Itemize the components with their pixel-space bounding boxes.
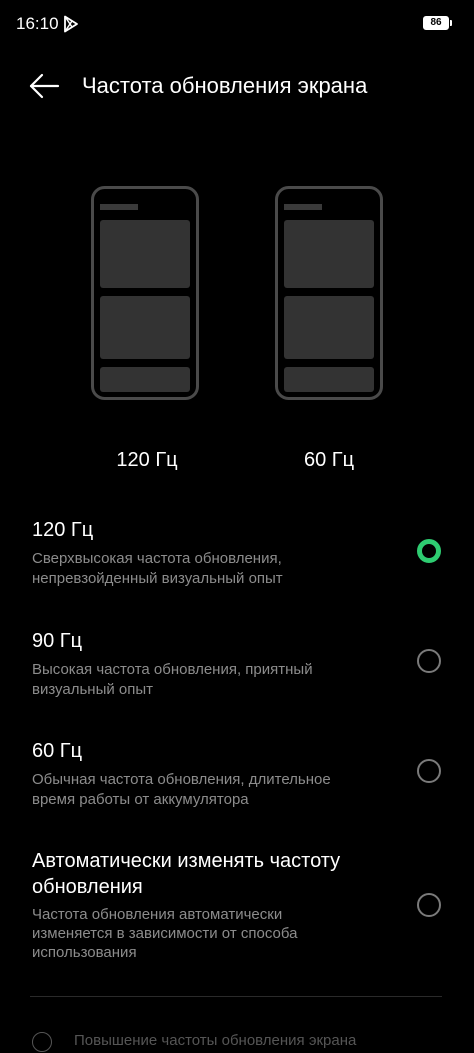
option-desc-line1: Высокая частота обновления, приятный	[32, 661, 313, 678]
preview-phone-120hz	[91, 186, 199, 400]
battery-tip	[450, 20, 452, 26]
option-desc-line1: Сверхвысокая частота обновления,	[32, 550, 282, 567]
page-title: Частота обновления экрана	[82, 73, 368, 98]
option-desc-line1: Обычная частота обновления, длительное	[32, 771, 331, 788]
option-auto[interactable]: Автоматически изменять частоту обновлени…	[0, 848, 474, 968]
radio-120hz[interactable]	[417, 539, 441, 563]
footer-text: Повышение частоты обновления экрана	[74, 1032, 357, 1049]
option-desc-line2: непревзойденный визуальный опыт	[32, 570, 283, 587]
status-time: 16:10	[16, 14, 59, 33]
info-icon	[32, 1032, 52, 1052]
option-desc-line3: использования	[32, 944, 137, 961]
option-desc-line1: Частота обновления автоматически	[32, 906, 283, 923]
radio-90hz[interactable]	[417, 649, 441, 673]
option-desc-line2: визуальный опыт	[32, 681, 154, 698]
status-bar: 16:10 86	[0, 0, 474, 48]
option-90hz[interactable]: 90 Гц Высокая частота обновления, приятн…	[0, 628, 474, 704]
option-60hz[interactable]: 60 Гц Обычная частота обновления, длител…	[0, 738, 474, 814]
radio-60hz[interactable]	[417, 759, 441, 783]
radio-auto[interactable]	[417, 893, 441, 917]
option-title-line2: обновления	[32, 876, 143, 898]
preview-label-60hz: 60 Гц	[303, 449, 355, 471]
option-title: 90 Гц	[32, 630, 83, 652]
play-store-icon	[64, 15, 78, 33]
option-title-line1: Автоматически изменять частоту	[32, 850, 341, 872]
option-120hz[interactable]: 120 Гц Сверхвысокая частота обновления, …	[0, 517, 474, 593]
option-title: 120 Гц	[32, 519, 94, 541]
option-desc-line2: время работы от аккумулятора	[32, 791, 249, 808]
battery-indicator: 86	[423, 16, 449, 30]
arrow-left-icon[interactable]	[28, 72, 60, 100]
option-desc-line2: изменяется в зависимости от способа	[32, 925, 298, 942]
header: Частота обновления экрана	[0, 60, 474, 112]
option-title: 60 Гц	[32, 740, 83, 762]
preview-label-120hz: 120 Гц	[116, 449, 178, 471]
divider	[30, 996, 442, 997]
preview-phone-60hz	[275, 186, 383, 400]
